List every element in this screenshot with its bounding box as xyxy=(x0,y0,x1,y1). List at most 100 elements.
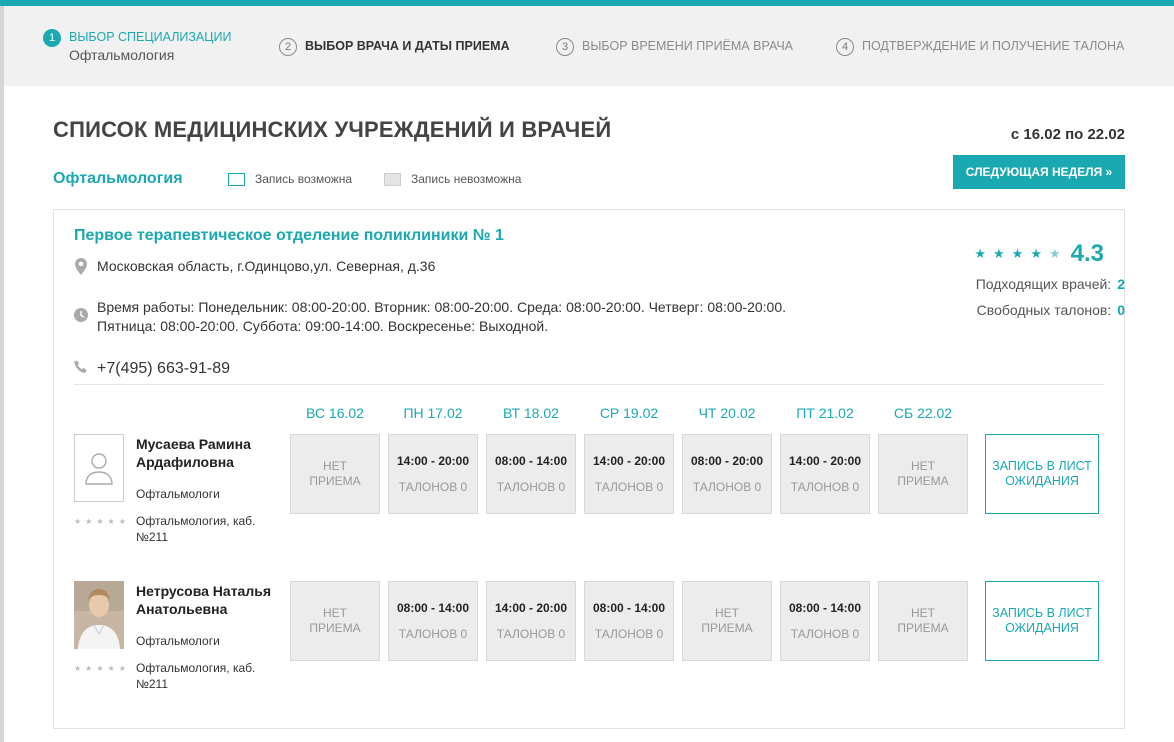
clinic-phone: +7(495) 663-91-89 xyxy=(74,360,230,378)
star-half-icon: ★ xyxy=(1048,246,1061,261)
slot-tickets: ТАЛОНОВ 0 xyxy=(496,480,566,494)
user-placeholder-icon xyxy=(85,453,113,485)
doctor-specialty: Офтальмологи xyxy=(136,634,220,648)
slot-unavailable: НЕТ ПРИЕМА xyxy=(290,581,380,661)
step-1-label: Выбор специализации xyxy=(69,30,232,44)
legend-possible: Запись возможна xyxy=(228,172,352,186)
doctor-name[interactable]: Мусаева Рамина Ардафиловна xyxy=(136,435,286,471)
slot-time: 14:00 - 20:00 xyxy=(396,454,470,468)
clinic-name-link[interactable]: Первое терапевтическое отделение поликли… xyxy=(74,227,504,245)
slot-tickets: ТАЛОНОВ 0 xyxy=(398,480,468,494)
legend-possible-swatch xyxy=(228,172,245,186)
slot-time: 08:00 - 14:00 xyxy=(396,601,470,615)
clinic-rating: ★ ★ ★ ★ ★ 4.3 xyxy=(967,240,1104,268)
slot-time: 14:00 - 20:00 xyxy=(494,601,568,615)
slot-time: 14:00 - 20:00 xyxy=(788,454,862,468)
doctor-rating-stars: ★★★★★ xyxy=(74,517,130,526)
clinic-address: Московская область, г.Одинцово,ул. Север… xyxy=(74,258,435,275)
doctor-name[interactable]: Нетрусова Наталья Анатольевна xyxy=(136,582,286,618)
slot-day[interactable]: 08:00 - 20:00 ТАЛОНОВ 0 xyxy=(682,434,772,514)
doctors-count-line: Подходящих врачей: 2 xyxy=(976,276,1125,292)
slot-time: 08:00 - 14:00 xyxy=(592,601,666,615)
slot-unavailable: НЕТ ПРИЕМА xyxy=(878,581,968,661)
legend-impossible-swatch xyxy=(384,172,401,186)
slot-unavailable: НЕТ ПРИЕМА xyxy=(682,581,772,661)
day-header: ВТ 18.02 xyxy=(503,405,559,421)
doctor-cabinet: Офтальмология, каб. №211 xyxy=(136,661,256,691)
avatar xyxy=(74,581,124,649)
tickets-count-label: Свободных талонов: xyxy=(976,302,1112,318)
step-2-number: 2 xyxy=(279,38,297,56)
tickets-count-value: 0 xyxy=(1117,302,1125,318)
page-title: СПИСОК МЕДИЦИНСКИХ УЧРЕЖДЕНИЙ И ВРАЧЕЙ xyxy=(53,117,612,142)
doctors-count-value: 2 xyxy=(1117,276,1125,292)
clinic-phone-text: +7(495) 663-91-89 xyxy=(97,360,230,377)
rating-value: 4.3 xyxy=(1070,240,1104,267)
slot-day[interactable]: 14:00 - 20:00 ТАЛОНОВ 0 xyxy=(584,434,674,514)
step-3-label: Выбор времени приёма врача xyxy=(582,39,793,53)
star-icon: ★ xyxy=(974,246,986,261)
slot-time: 14:00 - 20:00 xyxy=(592,454,666,468)
legend-impossible: Запись невозможна xyxy=(384,172,521,186)
tickets-count-line: Свободных талонов: 0 xyxy=(977,302,1125,318)
slot-tickets: ТАЛОНОВ 0 xyxy=(790,480,860,494)
doctor-cabinet: Офтальмология, каб. №211 xyxy=(136,514,256,544)
waitlist-button[interactable]: ЗАПИСЬ В ЛИСТ ОЖИДАНИЯ xyxy=(985,581,1099,661)
next-week-button[interactable]: СЛЕДУЮЩАЯ НЕДЕЛЯ » xyxy=(953,155,1125,189)
slot-time: 08:00 - 14:00 xyxy=(788,601,862,615)
legend-impossible-label: Запись невозможна xyxy=(411,172,522,186)
date-range: с 16.02 по 22.02 xyxy=(1010,126,1125,143)
slot-day[interactable]: 08:00 - 14:00 ТАЛОНОВ 0 xyxy=(584,581,674,661)
step-1-number: 1 xyxy=(43,29,61,47)
step-2[interactable]: 2 Выбор врача и даты приема xyxy=(279,38,510,56)
step-2-label: Выбор врача и даты приема xyxy=(305,39,510,53)
day-header: СБ 22.02 xyxy=(893,405,953,421)
doctors-count-label: Подходящих врачей: xyxy=(975,276,1112,292)
map-pin-icon xyxy=(74,258,88,275)
day-header: СР 19.02 xyxy=(599,405,659,421)
clinic-hours-line1: Время работы: Понедельник: 08:00-20:00. … xyxy=(97,299,787,315)
day-header: ПН 17.02 xyxy=(403,405,463,421)
slot-tickets: ТАЛОНОВ 0 xyxy=(594,480,664,494)
slot-day[interactable]: 14:00 - 20:00 ТАЛОНОВ 0 xyxy=(486,581,576,661)
clock-icon xyxy=(74,308,88,322)
doctor-photo xyxy=(74,581,124,649)
star-icon: ★ xyxy=(1011,246,1024,261)
star-icon: ★ xyxy=(1030,246,1042,261)
slot-day[interactable]: 14:00 - 20:00 ТАЛОНОВ 0 xyxy=(388,434,478,514)
divider xyxy=(74,384,1104,385)
day-header: ПТ 21.02 xyxy=(796,405,854,421)
slot-day[interactable]: 08:00 - 14:00 ТАЛОНОВ 0 xyxy=(486,434,576,514)
clinic-hours: Время работы: Понедельник: 08:00-20:00. … xyxy=(74,298,786,336)
slot-tickets: ТАЛОНОВ 0 xyxy=(496,627,566,641)
clinic-hours-line2: Пятница: 08:00-20:00. Суббота: 09:00-14:… xyxy=(97,318,549,334)
window-edge xyxy=(0,6,4,742)
phone-icon xyxy=(74,360,88,374)
step-3-number: 3 xyxy=(556,38,574,56)
slot-unavailable: НЕТ ПРИЕМА xyxy=(878,434,968,514)
step-4-number: 4 xyxy=(836,38,854,56)
slot-tickets: ТАЛОНОВ 0 xyxy=(594,627,664,641)
doctor-specialty: Офтальмологи xyxy=(136,487,220,501)
step-4-label: Подтверждение и получение талона xyxy=(862,39,1125,53)
slot-tickets: ТАЛОНОВ 0 xyxy=(692,480,762,494)
step-1[interactable]: 1 Выбор специализации Офтальмология xyxy=(43,29,232,63)
slot-unavailable: НЕТ ПРИЕМА xyxy=(290,434,380,514)
doctor-rating-stars: ★★★★★ xyxy=(74,664,130,673)
step-4[interactable]: 4 Подтверждение и получение талона xyxy=(836,38,1125,56)
slot-tickets: ТАЛОНОВ 0 xyxy=(790,627,860,641)
step-3[interactable]: 3 Выбор времени приёма врача xyxy=(556,38,793,56)
waitlist-button[interactable]: ЗАПИСЬ В ЛИСТ ОЖИДАНИЯ xyxy=(985,434,1099,514)
avatar xyxy=(74,434,124,502)
slot-time: 08:00 - 14:00 xyxy=(494,454,568,468)
slot-tickets: ТАЛОНОВ 0 xyxy=(398,627,468,641)
slot-time: 08:00 - 20:00 xyxy=(690,454,764,468)
slot-day[interactable]: 14:00 - 20:00 ТАЛОНОВ 0 xyxy=(780,434,870,514)
slot-day[interactable]: 08:00 - 14:00 ТАЛОНОВ 0 xyxy=(388,581,478,661)
day-header: ЧТ 20.02 xyxy=(698,405,756,421)
day-header: ВС 16.02 xyxy=(306,405,364,421)
legend-possible-label: Запись возможна xyxy=(255,172,353,186)
step-1-selected: Офтальмология xyxy=(69,47,175,63)
clinic-address-text: Московская область, г.Одинцово,ул. Север… xyxy=(97,258,436,274)
slot-day[interactable]: 08:00 - 14:00 ТАЛОНОВ 0 xyxy=(780,581,870,661)
